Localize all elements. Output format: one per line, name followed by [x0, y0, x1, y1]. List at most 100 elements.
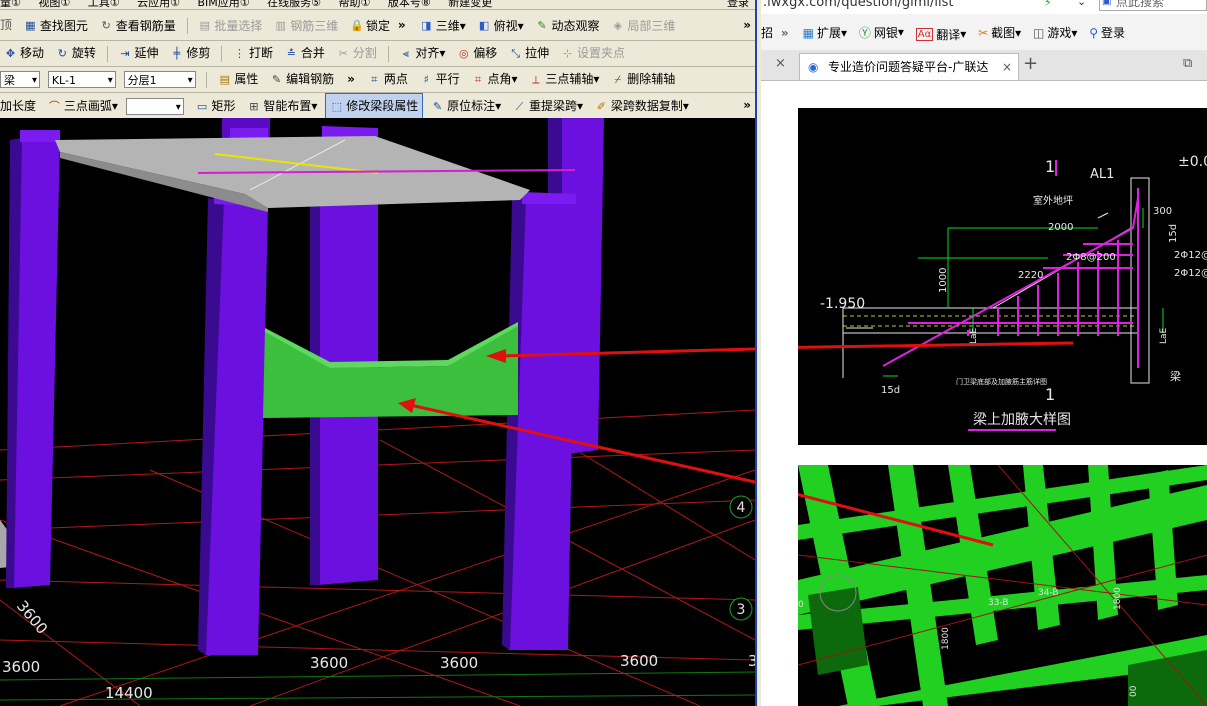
batch-select-button[interactable]: ▤ 批量选择 [194, 11, 266, 41]
split-button[interactable]: ✂ 分割 [333, 41, 381, 66]
in-situ-annotation-button[interactable]: ✎ 原位标注 ▾ [427, 94, 505, 118]
login-link[interactable]: 登录 [727, 0, 749, 9]
lock-icon: 🔒 [350, 19, 364, 32]
break-button[interactable]: ⋮ 打断 [229, 41, 277, 66]
address-url[interactable]: .lwxgx.com/question/gimi/list [763, 0, 953, 10]
more-chevron-icon[interactable]: » [781, 26, 795, 40]
element-name-select[interactable]: KL-1 [47, 71, 116, 89]
set-grip-button[interactable]: ⊹ 设置夹点 [557, 41, 629, 66]
parallel-icon: ♯ [423, 73, 429, 86]
edit-rebar-button[interactable]: ✎ 编辑钢筋 [266, 67, 338, 92]
move-icon: ✥ [5, 47, 16, 60]
gamepad-icon: ◫ [1033, 25, 1045, 40]
arc-option-select[interactable] [125, 98, 184, 116]
go-icon[interactable]: ⚡ [1044, 0, 1052, 9]
games-button[interactable]: ◫ 游戏 ▾ [1029, 15, 1081, 51]
delete-axis-button[interactable]: ⌿ 删除辅轴 [607, 67, 679, 92]
move-button[interactable]: ✥ 移动 [0, 41, 48, 66]
rectangle-button[interactable]: ▭ 矩形 [192, 94, 240, 118]
two-point-axis-button[interactable]: ⌗ 两点 [364, 67, 412, 92]
menu-item[interactable]: BIM应用① [198, 0, 250, 9]
properties-button[interactable]: ▤ 属性 [214, 67, 262, 92]
three-point-axis-button[interactable]: ⟂ 三点辅轴 ▾ [525, 67, 603, 92]
menu-item[interactable]: 新建变更 [448, 0, 492, 9]
menu-item[interactable]: 在线服务⑤ [267, 0, 321, 9]
extend-icon: ⇥ [120, 47, 130, 60]
menu-item[interactable]: 帮助① [339, 0, 371, 9]
modify-beam-segment-button[interactable]: ⬚ 修改梁段属性 [325, 93, 424, 118]
menu-item[interactable]: 量① [0, 0, 21, 9]
menu-item[interactable]: 版本号⑧ [388, 0, 431, 9]
svg-text:2220: 2220 [1018, 270, 1043, 281]
three-point-arc-select[interactable]: ⌒ 三点画弧 ▾ [44, 94, 122, 118]
dimension-labels: 3600 3600 3600 3600 3 14400 3600 [2, 597, 755, 702]
extend-button[interactable]: ⇥ 延伸 [115, 41, 163, 66]
translate-button[interactable]: Aα 翻译 ▾ [912, 16, 970, 52]
tab-title: 专业造价问题答疑平台-广联达 [828, 60, 989, 74]
prev-tab-close-icon[interactable]: × [775, 56, 786, 71]
address-bar[interactable]: .lwxgx.com/question/gimi/list ⚡ ⌄ ▣ 点此搜索 [761, 0, 1207, 15]
rebar-3d-icon: ▥ [275, 19, 286, 32]
extensions-button[interactable]: ▦ 扩展 ▾ [799, 15, 851, 51]
more-chevron-icon[interactable]: » [342, 67, 360, 92]
overflow-chevron-icon[interactable]: » [743, 93, 751, 118]
two-point-icon: ⌗ [371, 73, 378, 86]
active-tab[interactable]: ◉ 专业造价问题答疑平台-广联达 × [799, 53, 1019, 80]
align-button[interactable]: ⫷ 对齐 ▾ [395, 41, 449, 66]
arc-icon: ⌒ [48, 100, 60, 113]
merge-button[interactable]: ≛ 合并 [281, 41, 329, 66]
trim-button[interactable]: ╪ 修剪 [166, 41, 214, 66]
svg-text:15d: 15d [881, 385, 900, 396]
view-mode-select[interactable]: ◨ 三维 ▾ [416, 11, 470, 41]
rotate-button[interactable]: ↻ 旋转 [52, 41, 100, 66]
menu-item[interactable]: 云应用① [137, 0, 180, 9]
overflow-chevron-icon[interactable]: » [743, 10, 751, 40]
tab-close-icon[interactable]: × [1002, 54, 1012, 80]
break-icon: ⋮ [234, 47, 246, 60]
re-extract-span-button[interactable]: ⟋ 重提梁跨 ▾ [509, 94, 587, 118]
svg-text:AL1: AL1 [1090, 167, 1114, 182]
bank-icon: Ⓨ [858, 25, 871, 40]
offset-button[interactable]: ◎ 偏移 [453, 41, 501, 66]
dynamic-observe-button[interactable]: ✎ 动态观察 [531, 11, 603, 41]
local-3d-button[interactable]: ◈ 局部三维 [607, 11, 679, 41]
more-chevron-icon[interactable]: » [398, 10, 412, 40]
stretch-button[interactable]: ⤡ 拉伸 [505, 41, 553, 66]
toolbar-cut-item[interactable]: 招 [761, 14, 777, 50]
edit-rebar-icon: ✎ [272, 73, 282, 86]
menu-item[interactable]: 工具① [88, 0, 120, 9]
add-length-label[interactable]: 加长度 [0, 94, 40, 118]
login-button[interactable]: ⚲ 登录 [1085, 15, 1129, 51]
new-tab-button[interactable]: + [1023, 53, 1038, 74]
search-box[interactable]: ▣ 点此搜索 [1099, 0, 1207, 11]
svg-text:室外地坪: 室外地坪 [1033, 194, 1073, 207]
batch-icon: ▤ [199, 19, 211, 32]
toolbar-row-1: 顶 ▦ 查找图元 ↻ 查看钢筋量 ▤ 批量选择 ▥ 钢筋三维 🔒 锁定 » ◨ 三维 ▾ ◧… [0, 10, 755, 41]
svg-text:梁: 梁 [1170, 369, 1181, 383]
drawing-title: 梁上加腋大样图 [973, 412, 1071, 428]
lock-button[interactable]: 🔒 锁定 [346, 11, 394, 41]
axis-bubble-4: 4 [729, 495, 753, 519]
cad-detail-drawing: 1 AL1 ±0.0 -1.950 室外地坪 2000 2220 1000 30… [760, 154, 1207, 431]
rectangle-icon: ▭ [196, 100, 208, 113]
3d-viewport[interactable]: 4 3 3600 3600 3600 3600 3 14400 3600 [0, 118, 755, 706]
svg-text:2Φ12@200: 2Φ12@200 [1174, 250, 1207, 261]
point-angle-button[interactable]: ⌗ 点角 ▾ [468, 67, 522, 92]
tab-list-icon[interactable]: ⧉ [1183, 56, 1192, 71]
dim-label: 3600 [440, 654, 478, 672]
layer-select[interactable]: 分层1 [123, 71, 196, 89]
rebar-3d-image: 33-B 34-B 1800 1800 00 0 [798, 465, 1207, 706]
copy-span-data-button[interactable]: ✐ 梁跨数据复制 ▾ [591, 94, 693, 118]
dropdown-chevron-icon[interactable]: ⌄ [1077, 0, 1086, 8]
view-rebar-qty-button[interactable]: ↻ 查看钢筋量 [96, 11, 180, 41]
rebar-3d-button[interactable]: ▥ 钢筋三维 [270, 11, 342, 41]
online-bank-button[interactable]: Ⓨ 网银 ▾ [855, 14, 908, 50]
menu-item[interactable]: 视图① [38, 0, 70, 9]
parallel-axis-button[interactable]: ♯ 平行 [416, 67, 464, 92]
find-element-button[interactable]: ▦ 查找图元 [20, 11, 92, 41]
screenshot-button[interactable]: ✂ 截图 ▾ [974, 15, 1025, 51]
svg-text:4: 4 [737, 500, 746, 516]
smart-layout-button[interactable]: ⊞ 智能布置 ▾ [243, 94, 321, 118]
element-type-select[interactable]: 梁 [0, 71, 40, 89]
view-angle-select[interactable]: ◧ 俯视 ▾ [474, 11, 528, 41]
